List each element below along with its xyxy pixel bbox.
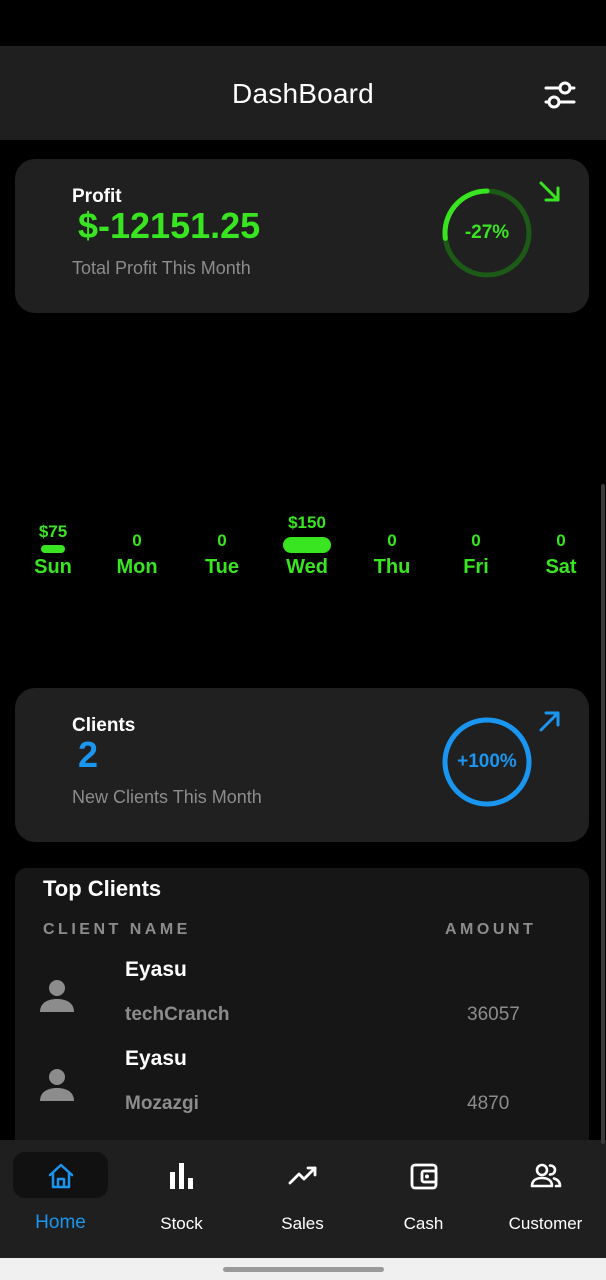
nav-item-sales[interactable]: Sales	[242, 1140, 363, 1258]
day-amount-bar	[41, 545, 65, 553]
clients-subtitle: New Clients This Month	[72, 787, 262, 807]
sliders-icon	[544, 81, 576, 109]
day-name: Sun	[34, 556, 72, 578]
day-value: 0	[556, 531, 566, 550]
nav-label-home: Home	[35, 1212, 86, 1233]
day-name: Thu	[373, 556, 411, 578]
people-icon	[530, 1163, 561, 1188]
profit-value: $-12151.25	[78, 205, 261, 246]
day-name: Wed	[286, 556, 328, 578]
status-bar	[0, 0, 606, 46]
profit-subtitle: Total Profit This Month	[72, 258, 251, 278]
nav-item-home[interactable]: Home	[0, 1140, 121, 1258]
day-name: Sat	[545, 556, 577, 578]
day-value: 0	[471, 531, 481, 550]
page-title: DashBoard	[232, 78, 374, 109]
day-amount-bar	[283, 537, 331, 553]
person-icon	[40, 980, 74, 1012]
client-row[interactable]: Eyasu Mozazgi 4870	[15, 1047, 589, 1135]
day-value: $150	[288, 513, 326, 532]
nav-label-stock: Stock	[160, 1214, 203, 1233]
top-clients-heading: Top Clients	[43, 876, 162, 901]
nav-item-customer[interactable]: Customer	[485, 1140, 606, 1258]
wallet-icon	[410, 1163, 437, 1190]
nav-item-stock[interactable]: Stock	[121, 1140, 242, 1258]
bar-chart-icon	[169, 1163, 193, 1189]
client-row[interactable]: Eyasu techCranch 36057	[15, 958, 589, 1046]
day-name: Tue	[204, 556, 240, 578]
top-clients-panel: Top Clients CLIENT NAME AMOUNT Eyasu tec…	[15, 868, 589, 1168]
bottom-navigation: Home Stock Sales Cash Customer	[0, 1140, 606, 1258]
day-name: Mon	[116, 556, 158, 578]
client-company: Mozazgi	[125, 1093, 199, 1114]
client-name: Eyasu	[125, 958, 187, 981]
column-header-client-name: CLIENT NAME	[43, 921, 191, 938]
column-header-amount: AMOUNT	[445, 921, 537, 938]
client-amount: 36057	[467, 1004, 520, 1025]
profit-card[interactable]: Profit $-12151.25 Total Profit This Mont…	[15, 159, 589, 313]
system-gesture-bar	[0, 1258, 606, 1280]
clients-value: 2	[78, 734, 99, 775]
nav-item-cash[interactable]: Cash	[363, 1140, 484, 1258]
day-value: 0	[217, 531, 227, 550]
day-value: 0	[132, 531, 142, 550]
trending-up-icon	[288, 1166, 316, 1185]
nav-label-cash: Cash	[403, 1214, 444, 1233]
weekly-sales: $75 Sun 0 Mon 0 Tue $150 Wed 0 Thu 0 Fri 0 Sat	[0, 510, 606, 590]
arrow-down-right-icon	[539, 181, 560, 202]
client-name: Eyasu	[125, 1047, 187, 1070]
client-amount: 4870	[467, 1093, 510, 1114]
clients-card[interactable]: Clients 2 New Clients This Month +100%	[15, 688, 589, 842]
app-bar: DashBoard	[0, 46, 606, 140]
person-icon	[40, 1069, 74, 1101]
nav-label-sales: Sales	[281, 1214, 324, 1233]
clients-change-percent: +100%	[457, 751, 517, 772]
day-value: 0	[387, 531, 397, 550]
nav-label-customer: Customer	[508, 1214, 583, 1233]
filter-settings-button[interactable]	[544, 80, 576, 110]
arrow-up-right-icon	[539, 711, 560, 732]
home-gesture-handle[interactable]	[223, 1267, 384, 1272]
profit-change-percent: -27%	[464, 222, 510, 243]
home-icon	[48, 1163, 73, 1189]
day-name: Fri	[463, 556, 489, 578]
day-value: $75	[38, 522, 68, 541]
scrollbar[interactable]	[601, 484, 605, 1144]
client-company: techCranch	[125, 1004, 230, 1025]
